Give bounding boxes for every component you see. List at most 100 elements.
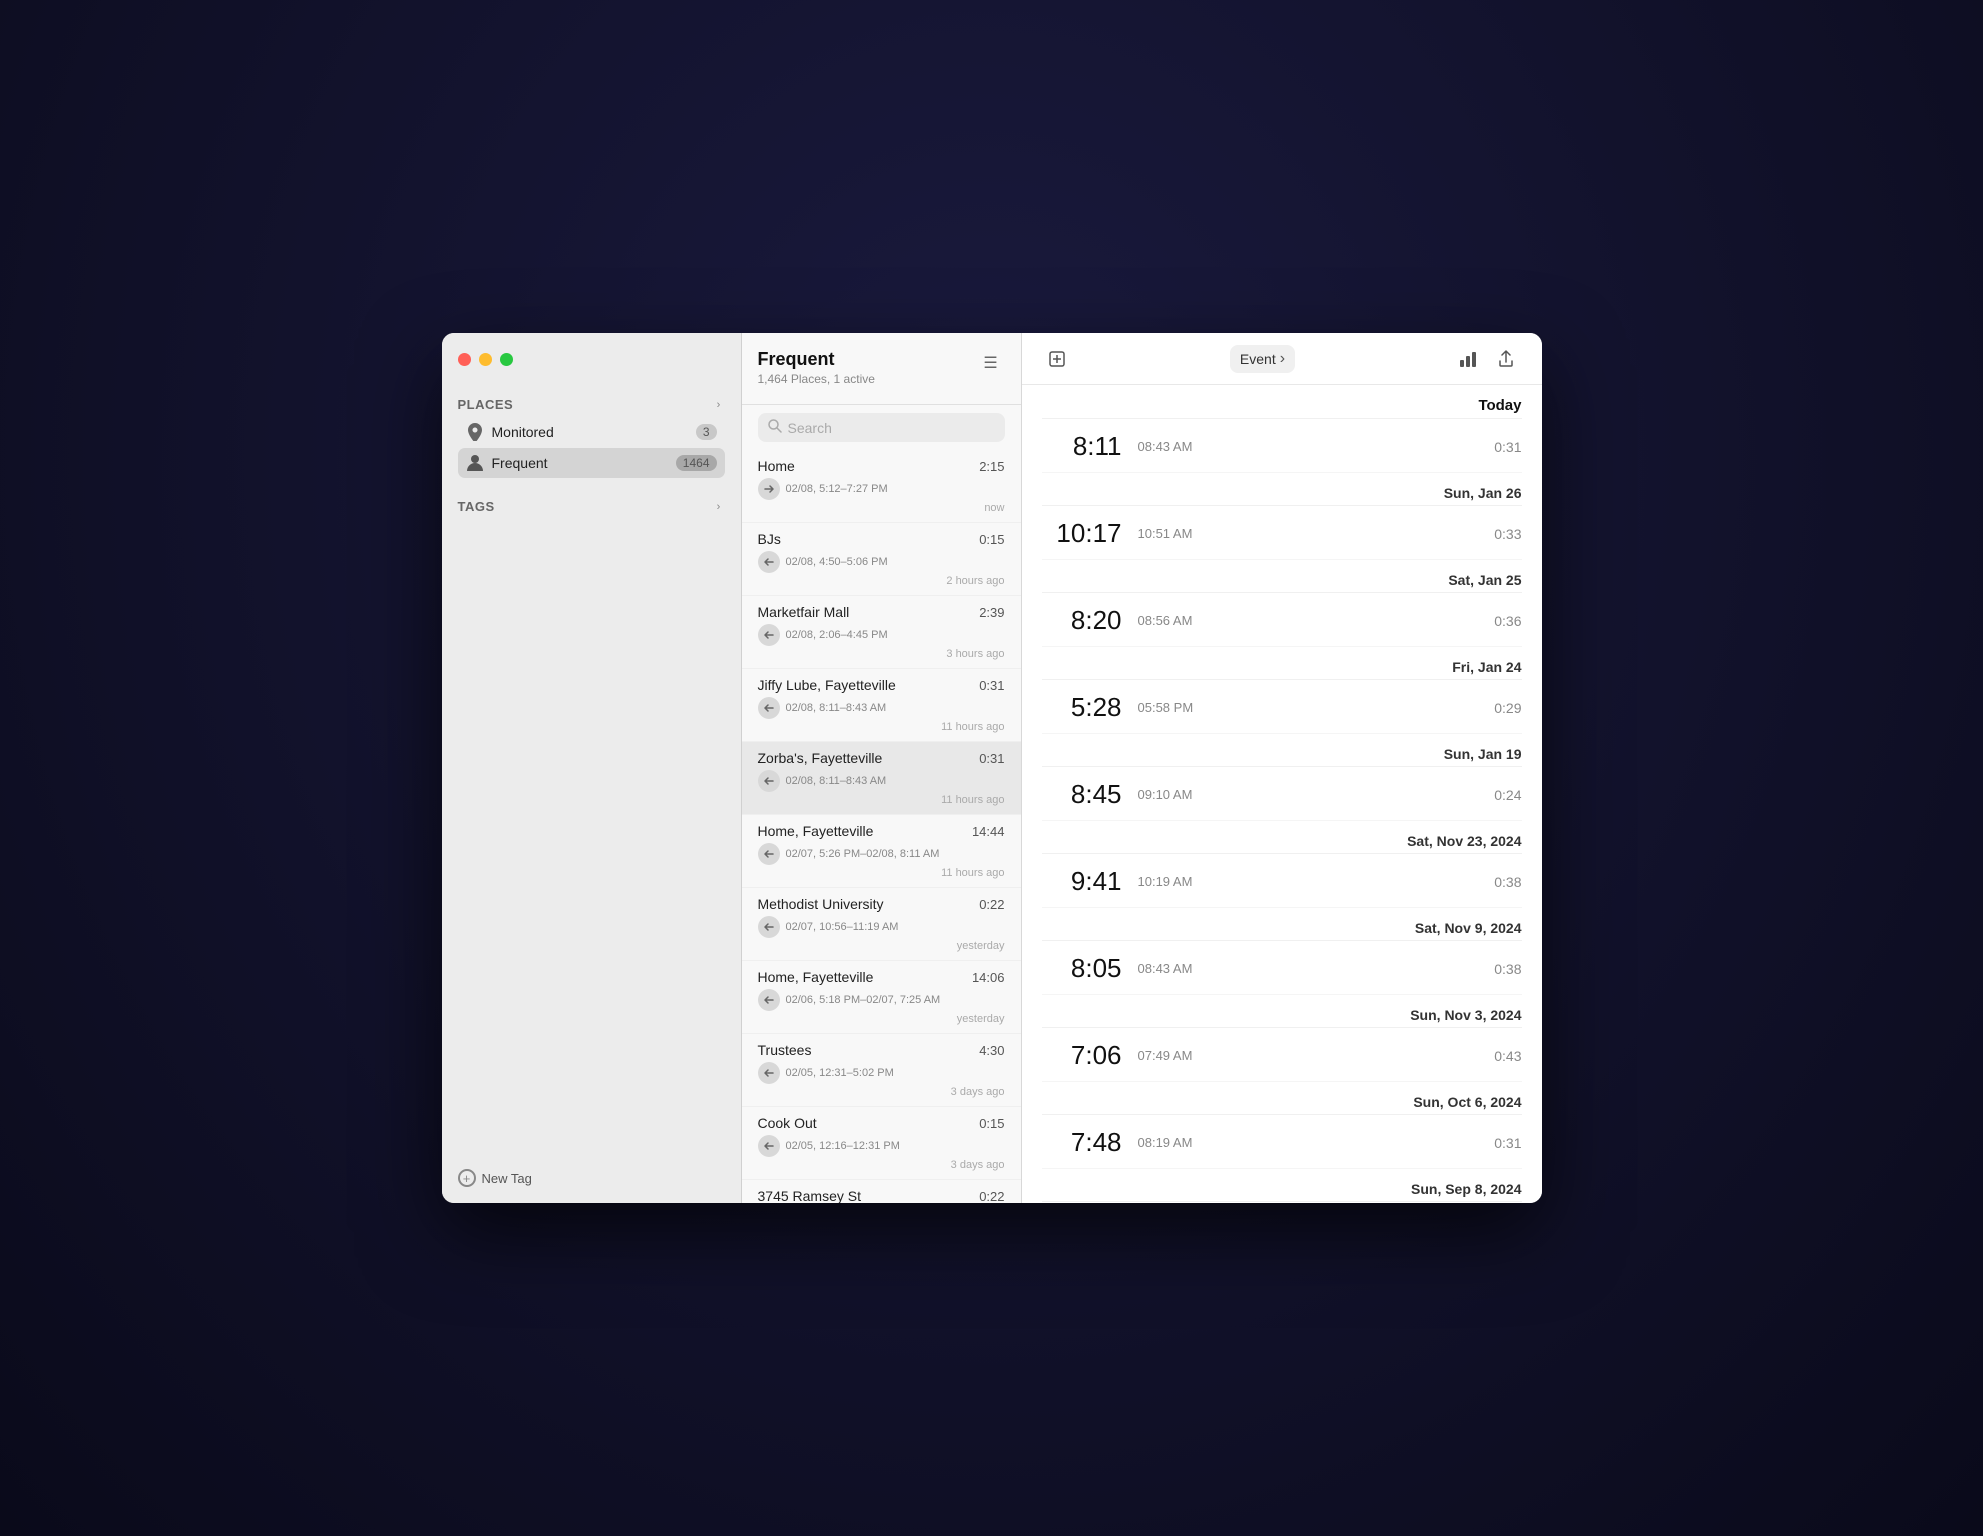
place-item[interactable]: 3745 Ramsey St 0:22 02/05, 12:06–12:29 P… bbox=[742, 1180, 1021, 1203]
timeline-entry-duration: 0:31 bbox=[1494, 1135, 1521, 1151]
place-arrow-icon bbox=[758, 551, 780, 573]
event-chevron-icon: › bbox=[1280, 350, 1285, 368]
new-tag-button[interactable]: + New Tag bbox=[458, 1165, 725, 1191]
timeline-entry[interactable]: 8:45 09:10 AM 0:24 bbox=[1042, 769, 1522, 821]
timeline-entry[interactable]: 10:17 10:51 AM 0:33 bbox=[1042, 508, 1522, 560]
timeline-day-header: Today bbox=[1042, 385, 1522, 419]
place-item-duration: 0:15 bbox=[979, 1116, 1004, 1131]
place-time-range: 02/08, 8:11–8:43 AM bbox=[786, 702, 887, 714]
place-item[interactable]: BJs 0:15 02/08, 4:50–5:06 PM 2 hours ago bbox=[742, 523, 1021, 596]
timeline-entry-duration: 0:31 bbox=[1494, 439, 1521, 455]
place-item[interactable]: Jiffy Lube, Fayetteville 0:31 02/08, 8:1… bbox=[742, 669, 1021, 742]
place-arrow-icon bbox=[758, 478, 780, 500]
timeline-entry-bigtime: 8:20 bbox=[1042, 605, 1122, 636]
place-item[interactable]: Methodist University 0:22 02/07, 10:56–1… bbox=[742, 888, 1021, 961]
place-item-duration: 0:22 bbox=[979, 897, 1004, 912]
place-item-name: Jiffy Lube, Fayetteville bbox=[758, 677, 896, 693]
place-item[interactable]: Home 2:15 02/08, 5:12–7:27 PM now bbox=[742, 450, 1021, 523]
place-item-ago: 3 days ago bbox=[758, 1159, 1005, 1171]
panel-subtitle: 1,464 Places, 1 active bbox=[758, 372, 875, 386]
place-item[interactable]: Marketfair Mall 2:39 02/08, 2:06–4:45 PM… bbox=[742, 596, 1021, 669]
timeline-entry[interactable]: 8:20 08:56 AM 0:36 bbox=[1042, 595, 1522, 647]
place-time-range: 02/08, 5:12–7:27 PM bbox=[786, 483, 888, 495]
timeline-entry-ampm: 08:43 AM bbox=[1138, 439, 1218, 454]
compose-button[interactable] bbox=[1042, 344, 1072, 374]
timeline-entry-duration: 0:38 bbox=[1494, 874, 1521, 890]
timeline-entry-duration: 0:29 bbox=[1494, 700, 1521, 716]
timeline-entry-duration: 0:43 bbox=[1494, 1048, 1521, 1064]
place-arrow-icon bbox=[758, 989, 780, 1011]
timeline-entry[interactable]: 7:06 07:49 AM 0:43 bbox=[1042, 1030, 1522, 1082]
tags-section-header[interactable]: Tags › bbox=[458, 495, 725, 518]
timeline-entry[interactable]: 8:11 08:43 AM 0:31 bbox=[1042, 421, 1522, 473]
event-dropdown[interactable]: Event › bbox=[1230, 345, 1295, 373]
search-input[interactable] bbox=[788, 420, 995, 436]
panel-header-top: Frequent 1,464 Places, 1 active ☰ bbox=[758, 349, 1005, 386]
timeline-entry[interactable]: 5:28 05:58 PM 0:29 bbox=[1042, 682, 1522, 734]
place-item[interactable]: Cook Out 0:15 02/05, 12:16–12:31 PM 3 da… bbox=[742, 1107, 1021, 1180]
place-arrow-icon bbox=[758, 697, 780, 719]
timeline-entry-bigtime: 5:28 bbox=[1042, 692, 1122, 723]
timeline-day-header: Sun, Jan 19 bbox=[1042, 734, 1522, 767]
panel-header: Frequent 1,464 Places, 1 active ☰ bbox=[742, 333, 1021, 405]
place-item-name: Home, Fayetteville bbox=[758, 969, 874, 985]
place-arrow-icon bbox=[758, 843, 780, 865]
places-section-header[interactable]: Places › bbox=[458, 393, 725, 416]
place-item-header: BJs 0:15 bbox=[758, 531, 1005, 547]
panel-action-button[interactable]: ☰ bbox=[977, 349, 1005, 377]
timeline-day-header: Fri, Jan 24 bbox=[1042, 647, 1522, 680]
timeline-day-header: Sat, Nov 9, 2024 bbox=[1042, 908, 1522, 941]
place-item-row: 02/08, 8:11–8:43 AM bbox=[758, 697, 1005, 719]
share-button[interactable] bbox=[1491, 344, 1521, 374]
place-item-name: Methodist University bbox=[758, 896, 884, 912]
place-time-range: 02/08, 4:50–5:06 PM bbox=[786, 556, 888, 568]
place-item-ago: yesterday bbox=[758, 1013, 1005, 1025]
sidebar: Places › Monitored 3 bbox=[442, 333, 742, 1203]
timeline-entry-bigtime: 8:11 bbox=[1042, 431, 1122, 462]
sidebar-item-frequent[interactable]: Frequent 1464 bbox=[458, 448, 725, 478]
middle-panel: Frequent 1,464 Places, 1 active ☰ Home bbox=[742, 333, 1022, 1203]
place-item-name: Home bbox=[758, 458, 795, 474]
timeline-entry-ampm: 07:49 AM bbox=[1138, 1048, 1218, 1063]
timeline-entry[interactable]: 7:48 08:19 AM 0:31 bbox=[1042, 1117, 1522, 1169]
place-item-duration: 14:44 bbox=[972, 824, 1005, 839]
tags-section-label: Tags bbox=[458, 499, 495, 514]
timeline-entry[interactable]: 9:41 10:19 AM 0:38 bbox=[1042, 856, 1522, 908]
places-chevron-icon: › bbox=[713, 399, 725, 411]
timeline-entry-bigtime: 10:17 bbox=[1042, 518, 1122, 549]
place-item[interactable]: Home, Fayetteville 14:06 02/06, 5:18 PM–… bbox=[742, 961, 1021, 1034]
place-item-duration: 0:31 bbox=[979, 678, 1004, 693]
tags-chevron-icon: › bbox=[713, 501, 725, 513]
right-header-actions bbox=[1453, 344, 1521, 374]
event-label: Event bbox=[1240, 351, 1276, 367]
place-item-row: 02/08, 2:06–4:45 PM bbox=[758, 624, 1005, 646]
monitored-label: Monitored bbox=[492, 424, 688, 440]
new-tag-label: New Tag bbox=[482, 1171, 532, 1186]
traffic-light-red[interactable] bbox=[458, 353, 471, 366]
timeline-entry[interactable]: 8:05 08:43 AM 0:38 bbox=[1042, 943, 1522, 995]
place-item-row: 02/07, 10:56–11:19 AM bbox=[758, 916, 1005, 938]
frequent-icon bbox=[466, 454, 484, 472]
right-header-center: Event › bbox=[1230, 345, 1295, 373]
place-item-duration: 4:30 bbox=[979, 1043, 1004, 1058]
place-item-duration: 0:15 bbox=[979, 532, 1004, 547]
place-time-range: 02/05, 12:31–5:02 PM bbox=[786, 1067, 894, 1079]
bar-chart-button[interactable] bbox=[1453, 344, 1483, 374]
place-item-duration: 0:31 bbox=[979, 751, 1004, 766]
place-item-ago: 11 hours ago bbox=[758, 867, 1005, 879]
right-panel: Event › bbox=[1022, 333, 1542, 1203]
place-item[interactable]: Home, Fayetteville 14:44 02/07, 5:26 PM–… bbox=[742, 815, 1021, 888]
traffic-light-green[interactable] bbox=[500, 353, 513, 366]
place-item[interactable]: Trustees 4:30 02/05, 12:31–5:02 PM 3 day… bbox=[742, 1034, 1021, 1107]
search-bar bbox=[758, 413, 1005, 442]
timeline-entry-ampm: 08:56 AM bbox=[1138, 613, 1218, 628]
timeline-day-header: Sat, Jan 25 bbox=[1042, 560, 1522, 593]
timeline-list: Today 8:11 08:43 AM 0:31 Sun, Jan 26 10:… bbox=[1022, 385, 1542, 1203]
traffic-light-yellow[interactable] bbox=[479, 353, 492, 366]
place-item[interactable]: Zorba's, Fayetteville 0:31 02/08, 8:11–8… bbox=[742, 742, 1021, 815]
timeline-entry-bigtime: 7:48 bbox=[1042, 1127, 1122, 1158]
place-item-row: 02/06, 5:18 PM–02/07, 7:25 AM bbox=[758, 989, 1005, 1011]
place-item-header: Zorba's, Fayetteville 0:31 bbox=[758, 750, 1005, 766]
place-item-ago: 11 hours ago bbox=[758, 794, 1005, 806]
sidebar-item-monitored[interactable]: Monitored 3 bbox=[458, 417, 725, 447]
